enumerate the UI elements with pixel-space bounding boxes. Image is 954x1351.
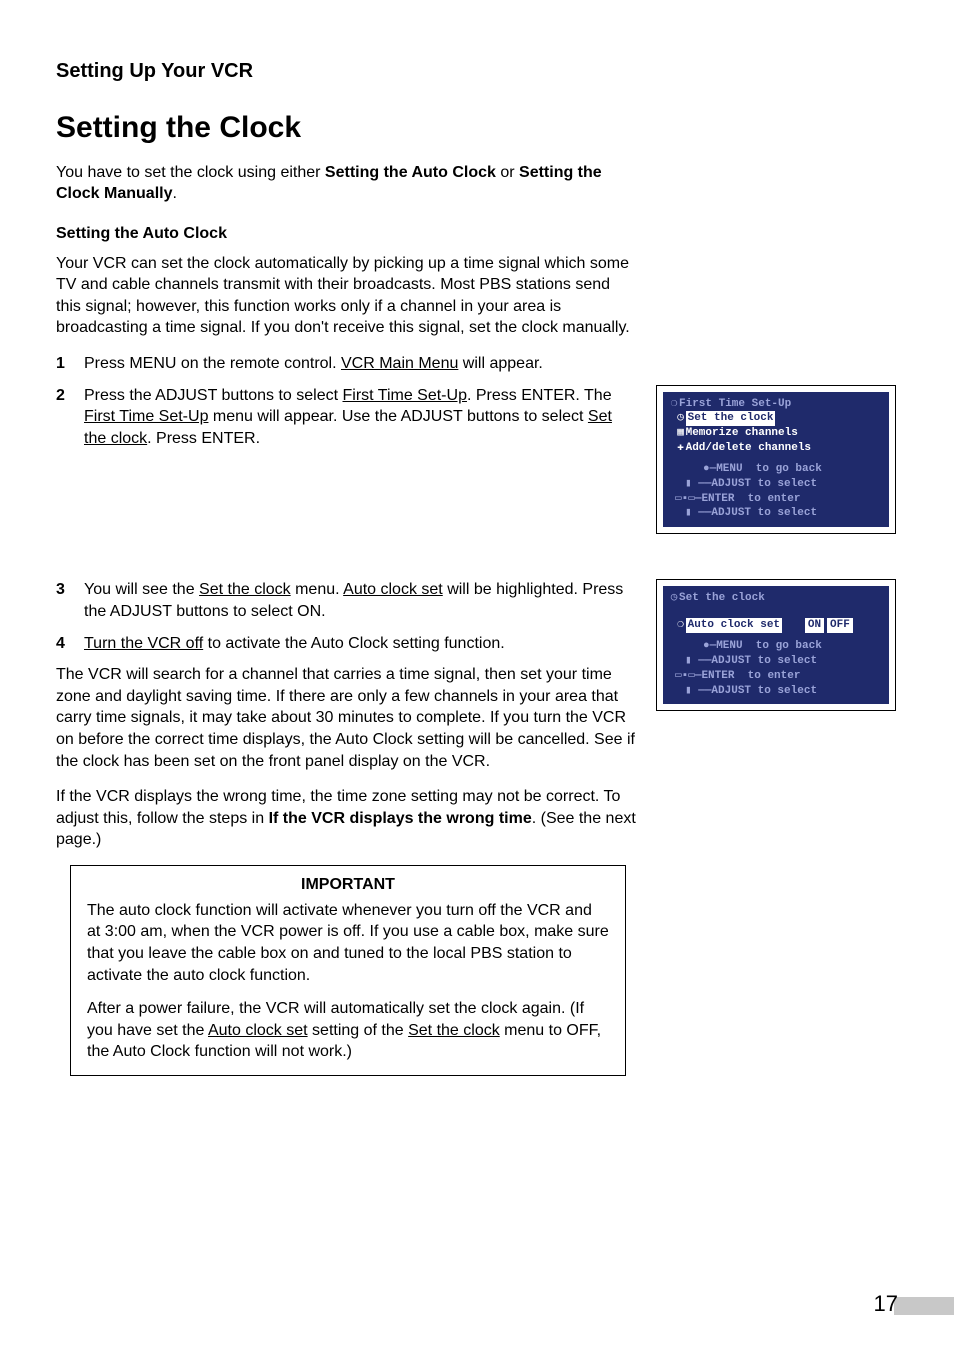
osd-hint-menu: ●—MENU to go back bbox=[703, 640, 822, 652]
osd-on: ON bbox=[805, 618, 824, 633]
circle-icon: ❍ bbox=[676, 618, 686, 633]
step-text: Turn the VCR off to activate the Auto Cl… bbox=[84, 633, 636, 655]
intro-mid: or bbox=[496, 164, 519, 181]
grid-icon: ▦ bbox=[676, 426, 686, 441]
step-1: 1 Press MENU on the remote control. VCR … bbox=[56, 353, 898, 375]
step-number: 2 bbox=[56, 385, 84, 450]
important-title: IMPORTANT bbox=[87, 876, 609, 894]
osd-hint-adjust: ▮ ——ADJUST to select bbox=[685, 655, 817, 667]
paragraph-search: The VCR will search for a channel that c… bbox=[56, 664, 636, 772]
intro-pre: You have to set the clock using either bbox=[56, 164, 325, 181]
step-text: Press MENU on the remote control. VCR Ma… bbox=[84, 353, 898, 375]
osd-item-memorize: Memorize channels bbox=[686, 427, 798, 439]
subheading-auto-clock: Setting the Auto Clock bbox=[56, 225, 898, 243]
osd-item-auto-clock: Auto clock set bbox=[686, 618, 782, 633]
clock-icon: ◷ bbox=[676, 411, 686, 426]
step-list-1: 1 Press MENU on the remote control. VCR … bbox=[56, 353, 898, 375]
osd-hint-adjust2: ▮ ——ADJUST to select bbox=[685, 685, 817, 697]
plus-icon: ✚ bbox=[676, 441, 686, 456]
step-number: 3 bbox=[56, 579, 84, 622]
important-callout: IMPORTANT The auto clock function will a… bbox=[70, 865, 626, 1076]
step-list-34: 3 You will see the Set the clock menu. A… bbox=[56, 579, 636, 654]
intro-post: . bbox=[172, 185, 176, 202]
step-3: 3 You will see the Set the clock menu. A… bbox=[56, 579, 636, 622]
intro-paragraph: You have to set the clock using either S… bbox=[56, 163, 636, 205]
osd-set-the-clock: ◷Set the clock ❍Auto clock set ONOFF ●—M… bbox=[656, 579, 896, 711]
intro-b1: Setting the Auto Clock bbox=[325, 164, 496, 181]
osd-hint-adjust2: ▮ ——ADJUST to select bbox=[685, 507, 817, 519]
page-title: Setting the Clock bbox=[56, 111, 898, 145]
breadcrumb: Setting Up Your VCR bbox=[56, 60, 898, 83]
step-number: 4 bbox=[56, 633, 84, 655]
step-list-2: 2 Press the ADJUST buttons to select Fir… bbox=[56, 385, 636, 450]
osd-off: OFF bbox=[827, 618, 853, 633]
step-text: You will see the Set the clock menu. Aut… bbox=[84, 579, 636, 622]
row-step34: 3 You will see the Set the clock menu. A… bbox=[56, 579, 898, 1076]
osd-hint-enter: ▭▪▭—ENTER to enter bbox=[675, 670, 800, 682]
osd-first-time-setup: ❍First Time Set-Up ◷Set the clock ▦Memor… bbox=[656, 385, 896, 535]
document-page: Setting Up Your VCR Setting the Clock Yo… bbox=[0, 0, 954, 1351]
step-number: 1 bbox=[56, 353, 84, 375]
clock-icon: ◷ bbox=[669, 591, 679, 606]
page-tab-bar bbox=[894, 1297, 954, 1315]
step-text: Press the ADJUST buttons to select First… bbox=[84, 385, 636, 450]
circle-icon: ❍ bbox=[669, 397, 679, 412]
osd-hint-adjust: ▮ ——ADJUST to select bbox=[685, 478, 817, 490]
step-4: 4 Turn the VCR off to activate the Auto … bbox=[56, 633, 636, 655]
page-number: 17 bbox=[874, 1291, 898, 1317]
osd-hint-enter: ▭▪▭—ENTER to enter bbox=[675, 493, 800, 505]
osd-item-set-clock: Set the clock bbox=[686, 411, 776, 426]
paragraph-overview: Your VCR can set the clock automatically… bbox=[56, 253, 636, 339]
paragraph-wrong-time: If the VCR displays the wrong time, the … bbox=[56, 786, 636, 851]
important-p2: After a power failure, the VCR will auto… bbox=[87, 998, 609, 1063]
osd-item-add-delete: Add/delete channels bbox=[686, 442, 811, 454]
step-2: 2 Press the ADJUST buttons to select Fir… bbox=[56, 385, 636, 450]
row-step2: 2 Press the ADJUST buttons to select Fir… bbox=[56, 385, 898, 580]
important-p1: The auto clock function will activate wh… bbox=[87, 900, 609, 986]
osd-hint-menu: ●—MENU to go back bbox=[703, 463, 822, 475]
